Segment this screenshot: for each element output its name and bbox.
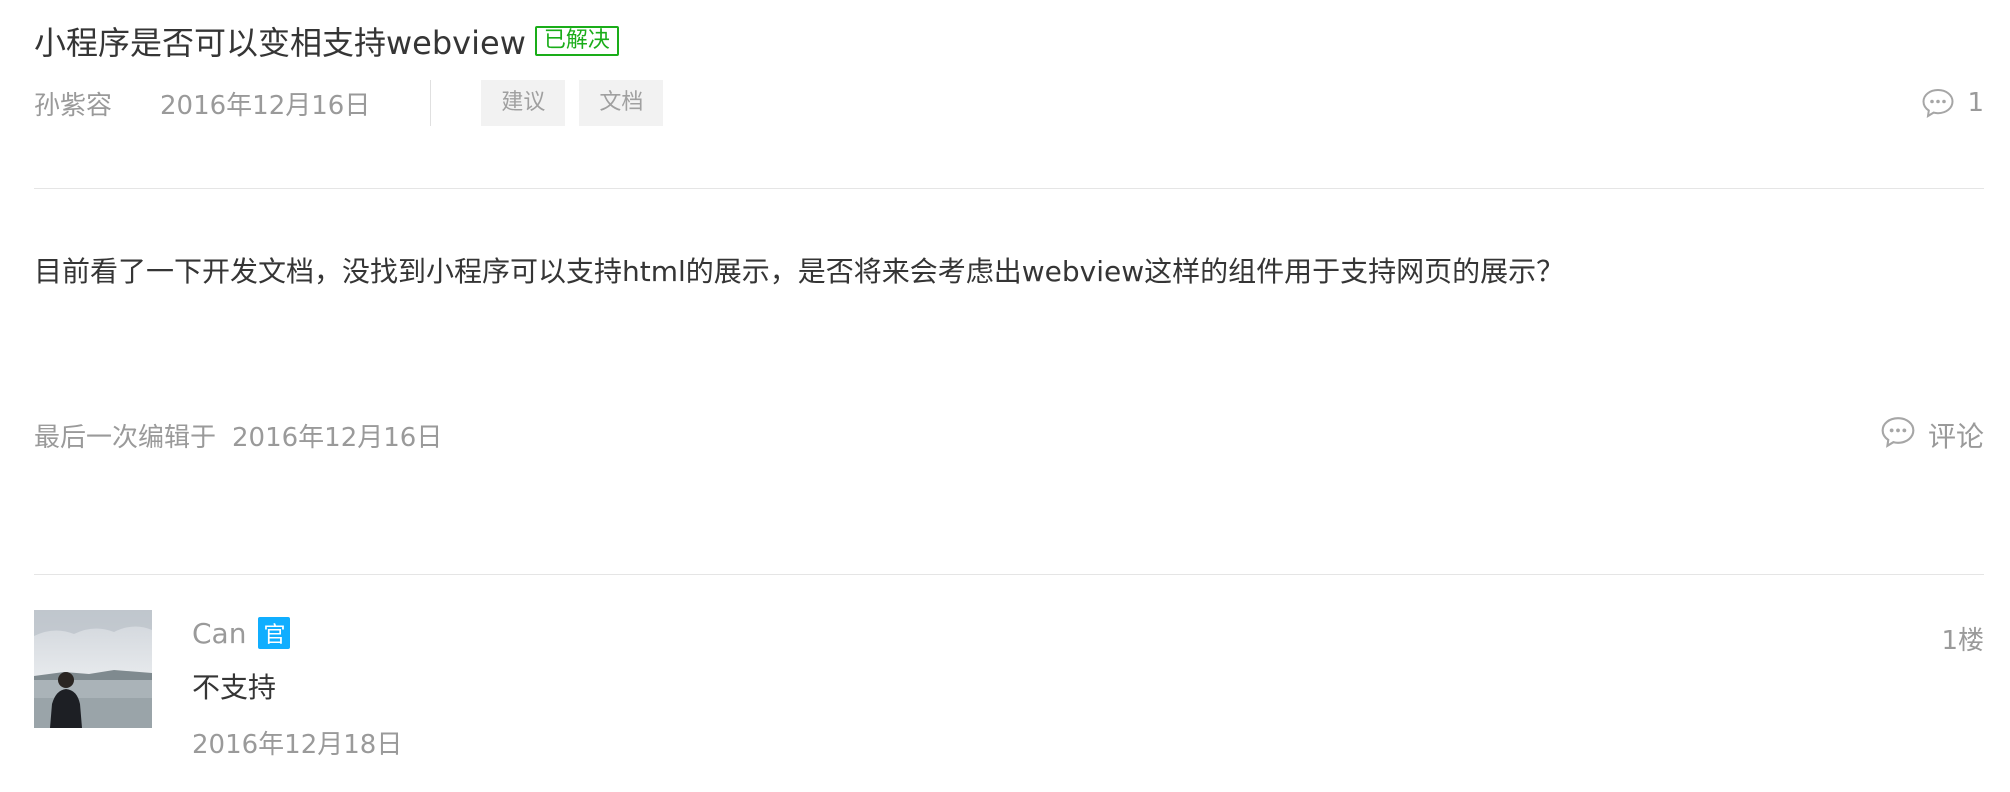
divider: [34, 188, 1984, 189]
post-date: 2016年12月16日: [160, 90, 371, 121]
meta-divider: [430, 80, 432, 126]
reply-date: 2016年12月18日: [192, 730, 403, 760]
edit-info-row: 最后一次编辑于 2016年12月16日 评论: [34, 412, 1984, 458]
post-meta: 孙紫容 2016年12月16日 建议 文档 1: [34, 80, 1984, 126]
post-content: 目前看了一下开发文档，没找到小程序可以支持html的展示，是否将来会考虑出web…: [34, 255, 1565, 288]
solved-badge: 已解决: [534, 26, 619, 56]
official-badge: 官: [258, 617, 291, 649]
tag-list: 建议 文档: [481, 80, 677, 126]
last-edited-label: 最后一次编辑于: [34, 422, 217, 453]
reply-body: Can 官 不支持 2016年12月18日: [192, 616, 402, 761]
comment-bubble-icon: [1921, 87, 1955, 119]
post-container: 小程序是否可以变相支持webview 已解决 孙紫容 2016年12月16日 建…: [34, 0, 1984, 792]
comment-button[interactable]: 评论: [1880, 412, 1984, 458]
avatar[interactable]: [34, 610, 152, 728]
comment-bubble-icon: [1880, 415, 1916, 456]
floor-number: 1楼: [1941, 626, 1984, 656]
title-row: 小程序是否可以变相支持webview 已解决: [34, 18, 619, 64]
post-title: 小程序是否可以变相支持webview: [34, 24, 526, 62]
reply-author[interactable]: Can: [192, 617, 246, 650]
divider: [34, 574, 1984, 575]
reply-author-row: Can 官: [192, 616, 402, 650]
last-edited-date: 2016年12月16日: [232, 422, 443, 453]
post-author[interactable]: 孙紫容: [34, 85, 112, 122]
comment-button-label: 评论: [1927, 420, 1984, 453]
reply-item: Can 官 不支持 2016年12月18日 1楼: [34, 610, 1984, 780]
reply-text: 不支持: [192, 671, 277, 704]
comment-count[interactable]: 1: [1921, 80, 1984, 126]
tag-docs[interactable]: 文档: [579, 80, 664, 126]
tag-suggestion[interactable]: 建议: [481, 80, 566, 126]
comment-count-value: 1: [1967, 88, 1984, 118]
